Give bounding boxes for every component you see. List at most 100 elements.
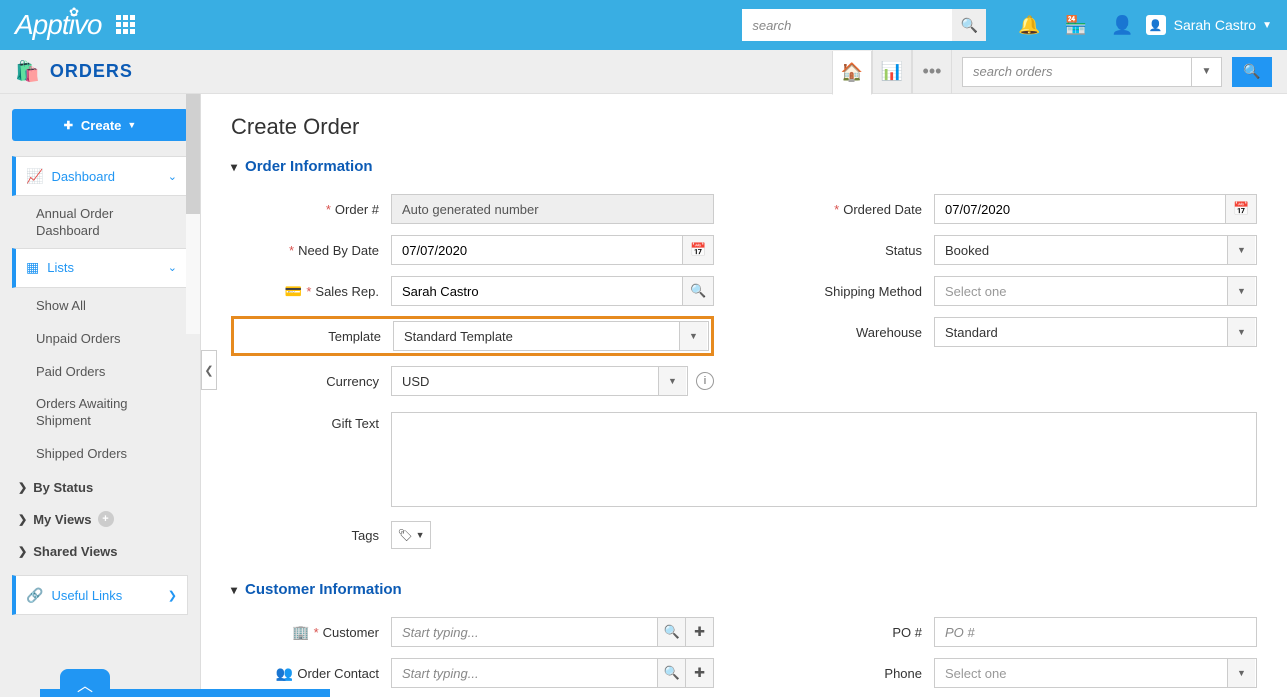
table-icon: ▦ bbox=[26, 259, 39, 276]
user-dot-icon[interactable]: 👤 bbox=[1111, 15, 1133, 36]
need-by-date-input[interactable] bbox=[391, 235, 683, 265]
plus-icon: ✚ bbox=[694, 665, 705, 681]
label-gift-text: Gift Text bbox=[332, 416, 379, 431]
sidebar-item-useful-links[interactable]: 🔗Useful Links ❯ bbox=[12, 575, 188, 615]
customer-add-button[interactable]: ✚ bbox=[686, 617, 714, 647]
phone-value: Select one bbox=[945, 666, 1006, 681]
chevron-down-icon: ▼ bbox=[1227, 318, 1255, 346]
label-sales-rep: Sales Rep. bbox=[315, 284, 379, 299]
currency-select[interactable]: USD ▼ bbox=[391, 366, 688, 396]
user-menu[interactable]: 👤 Sarah Castro ▼ bbox=[1146, 15, 1272, 35]
user-name: Sarah Castro bbox=[1174, 17, 1256, 33]
shipping-method-value: Select one bbox=[945, 284, 1006, 299]
scroll-top-button[interactable]: ︿ bbox=[60, 669, 110, 697]
contact-search-button[interactable]: 🔍 bbox=[658, 658, 686, 688]
sidebar-sub-shipped[interactable]: Shipped Orders bbox=[12, 438, 188, 471]
chevron-right-icon: ❯ bbox=[18, 481, 27, 494]
calendar-button[interactable]: 📅 bbox=[1226, 194, 1257, 224]
search-icon: 🔍 bbox=[664, 624, 680, 640]
phone-select[interactable]: Select one ▼ bbox=[934, 658, 1257, 688]
warehouse-select[interactable]: Standard ▼ bbox=[934, 317, 1257, 347]
label-shipping-method: Shipping Method bbox=[824, 284, 922, 299]
customer-input[interactable] bbox=[391, 617, 658, 647]
tab-home[interactable]: 🏠 bbox=[832, 51, 872, 95]
bell-icon[interactable]: 🔔 bbox=[1018, 15, 1040, 36]
shipping-method-select[interactable]: Select one ▼ bbox=[934, 276, 1257, 306]
status-select[interactable]: Booked ▼ bbox=[934, 235, 1257, 265]
gift-text-input[interactable] bbox=[391, 412, 1257, 507]
chevron-right-icon: ❯ bbox=[168, 589, 177, 602]
ordered-date-input[interactable] bbox=[934, 194, 1226, 224]
global-search: 🔍 bbox=[742, 9, 986, 41]
chevron-down-icon: ▾ bbox=[231, 583, 237, 597]
section-customer-info[interactable]: ▾ Customer Information bbox=[231, 581, 1257, 598]
chevron-right-icon: ❯ bbox=[18, 545, 27, 558]
sales-rep-search-button[interactable]: 🔍 bbox=[683, 276, 714, 306]
sidebar-item-label: Lists bbox=[47, 260, 74, 275]
chevron-down-icon: ▼ bbox=[679, 322, 707, 350]
info-icon[interactable]: i bbox=[696, 372, 714, 390]
app-search-dropdown[interactable]: ▼ bbox=[1192, 57, 1222, 87]
template-select[interactable]: Standard Template ▼ bbox=[393, 321, 709, 351]
tags-button[interactable]: 🏷▼ bbox=[391, 521, 431, 549]
label-template: Template bbox=[328, 329, 381, 344]
apps-grid-icon[interactable] bbox=[116, 15, 136, 35]
add-view-icon[interactable]: + bbox=[98, 511, 114, 527]
label-tags: Tags bbox=[352, 528, 379, 543]
tag-icon: 🏷 bbox=[397, 528, 412, 542]
po-input[interactable] bbox=[934, 617, 1257, 647]
global-search-button[interactable]: 🔍 bbox=[952, 9, 986, 41]
plus-icon: ✚ bbox=[64, 119, 73, 132]
sidebar-head-my-views[interactable]: ❯My Views+ bbox=[12, 503, 188, 535]
template-highlight: Template Standard Template ▼ bbox=[231, 316, 714, 356]
chevron-down-icon: ▼ bbox=[1227, 236, 1255, 264]
currency-value: USD bbox=[402, 374, 429, 389]
label-ordered-date: Ordered Date bbox=[843, 202, 922, 217]
home-icon: 🏠 bbox=[841, 62, 863, 83]
content: Create Order ▾ Order Information *Order … bbox=[201, 94, 1287, 697]
sidebar-head-label: Shared Views bbox=[33, 544, 117, 559]
building-icon: 🏢 bbox=[292, 624, 309, 641]
sidebar-head-shared-views[interactable]: ❯ Shared Views bbox=[12, 535, 188, 567]
status-value: Booked bbox=[945, 243, 989, 258]
sidebar-item-lists[interactable]: ▦ Lists ⌄ bbox=[12, 248, 188, 288]
sidebar-item-dashboard[interactable]: 📈Dashboard ⌄ bbox=[12, 156, 188, 196]
sidebar-head-label: By Status bbox=[33, 480, 93, 495]
tab-more[interactable]: ••• bbox=[912, 50, 952, 94]
sidebar-sub-awaiting[interactable]: Orders Awaiting Shipment bbox=[12, 388, 188, 438]
sidebar-scrollbar[interactable] bbox=[186, 94, 200, 334]
customer-search-button[interactable]: 🔍 bbox=[658, 617, 686, 647]
section-order-info[interactable]: ▾ Order Information bbox=[231, 158, 1257, 175]
create-label: Create bbox=[81, 118, 121, 133]
label-order-no: Order # bbox=[335, 202, 379, 217]
section-title: Customer Information bbox=[245, 581, 402, 598]
create-button[interactable]: ✚ Create ▼ bbox=[12, 109, 188, 141]
chevron-up-icon: ︿ bbox=[77, 672, 93, 696]
chevron-down-icon: ▼ bbox=[1262, 20, 1272, 31]
chevron-down-icon: ▾ bbox=[231, 160, 237, 174]
chevron-down-icon: ⌄ bbox=[168, 170, 177, 183]
chevron-down-icon: ▼ bbox=[1227, 659, 1255, 687]
global-search-input[interactable] bbox=[742, 9, 952, 41]
sidebar-sub-show-all[interactable]: Show All bbox=[12, 290, 188, 323]
sidebar-sub-paid[interactable]: Paid Orders bbox=[12, 356, 188, 389]
calendar-button[interactable]: 📅 bbox=[683, 235, 714, 265]
app-search-input[interactable] bbox=[962, 57, 1192, 87]
sidebar-sub-unpaid[interactable]: Unpaid Orders bbox=[12, 323, 188, 356]
order-contact-input[interactable] bbox=[391, 658, 658, 688]
contact-add-button[interactable]: ✚ bbox=[686, 658, 714, 688]
store-icon[interactable]: 🏪 bbox=[1065, 15, 1087, 36]
chevron-down-icon: ⌄ bbox=[168, 261, 177, 274]
app-search-button[interactable]: 🔍 bbox=[1232, 57, 1272, 87]
label-order-contact: Order Contact bbox=[297, 666, 379, 681]
search-icon: 🔍 bbox=[961, 17, 978, 33]
sidebar-sub-annual-dashboard[interactable]: Annual Order Dashboard bbox=[12, 198, 188, 248]
sidebar-collapse-button[interactable]: ❮ bbox=[201, 350, 217, 390]
sidebar: ✚ Create ▼ 📈Dashboard ⌄ Annual Order Das… bbox=[0, 94, 201, 697]
tab-reports[interactable]: 📊 bbox=[872, 50, 912, 94]
chevron-down-icon: ▼ bbox=[127, 120, 136, 130]
search-icon: 🔍 bbox=[690, 283, 706, 299]
sidebar-head-by-status[interactable]: ❯ By Status bbox=[12, 471, 188, 503]
sales-rep-input[interactable] bbox=[391, 276, 683, 306]
brand-logo[interactable]: Apptivo bbox=[15, 9, 101, 41]
